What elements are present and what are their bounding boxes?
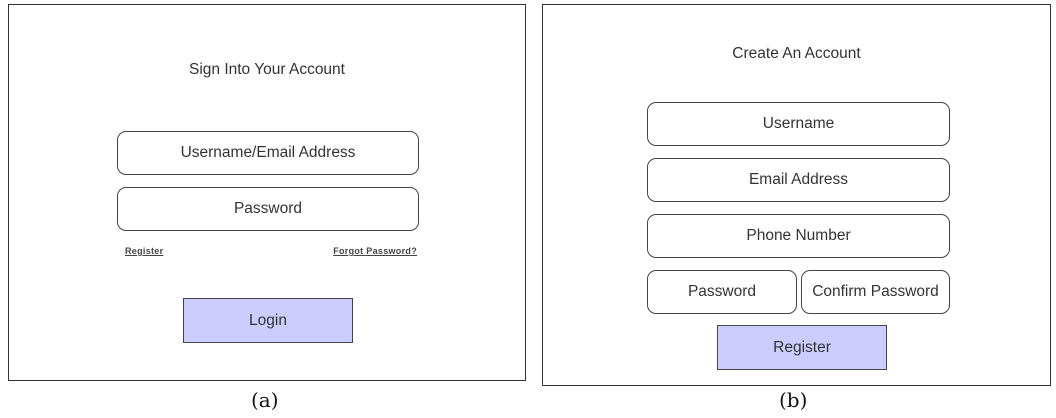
username-email-input[interactable]: Username/Email Address bbox=[117, 131, 419, 175]
register-link[interactable]: Register bbox=[125, 246, 163, 256]
confirm-password-input[interactable]: Confirm Password bbox=[801, 270, 950, 314]
login-button[interactable]: Login bbox=[183, 298, 353, 343]
email-input[interactable]: Email Address bbox=[647, 158, 950, 202]
caption-b: (b) bbox=[779, 388, 808, 412]
register-button[interactable]: Register bbox=[717, 325, 887, 370]
login-panel: Sign Into Your Account Username/Email Ad… bbox=[8, 4, 526, 381]
register-panel: Create An Account Username Email Address… bbox=[542, 4, 1051, 386]
caption-a: (a) bbox=[251, 388, 279, 412]
login-title: Sign Into Your Account bbox=[189, 61, 345, 78]
username-input[interactable]: Username bbox=[647, 102, 950, 146]
password-input[interactable]: Password bbox=[647, 270, 797, 314]
password-input[interactable]: Password bbox=[117, 187, 419, 231]
phone-input[interactable]: Phone Number bbox=[647, 214, 950, 258]
forgot-password-link[interactable]: Forgot Password? bbox=[333, 246, 417, 256]
register-title: Create An Account bbox=[732, 45, 861, 62]
